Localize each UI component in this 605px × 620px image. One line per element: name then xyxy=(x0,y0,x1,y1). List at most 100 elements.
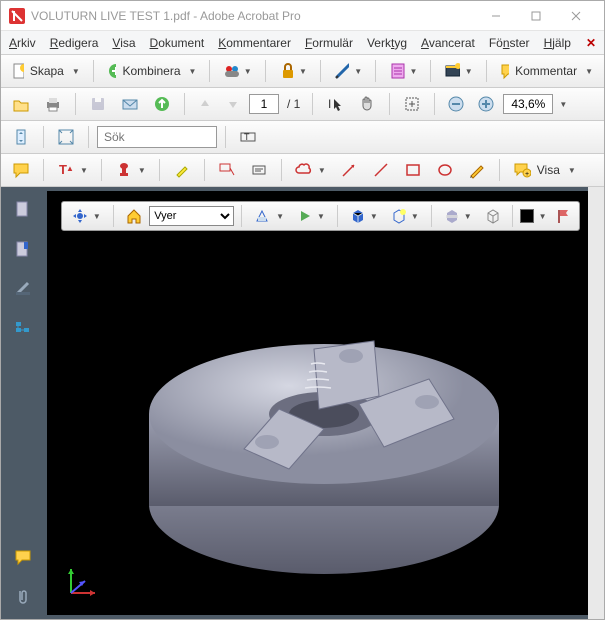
bookmarks-panel-button[interactable] xyxy=(13,239,33,259)
zoom-dropdown-arrow[interactable]: ▼ xyxy=(557,100,567,109)
highlight-button[interactable] xyxy=(168,158,196,182)
save-button[interactable] xyxy=(84,92,112,116)
3d-cross-section-button[interactable]: ▼ xyxy=(439,204,477,228)
text-edit-button[interactable]: T▲▼ xyxy=(52,158,93,182)
3d-views-dropdown[interactable]: Vyer xyxy=(149,206,234,226)
navigation-panel xyxy=(1,187,45,619)
3d-modelrender-button[interactable]: ▼ xyxy=(345,204,383,228)
page-number-input[interactable] xyxy=(249,94,279,114)
visa-label: Visa xyxy=(534,163,563,177)
zoom-out-button[interactable] xyxy=(443,92,469,116)
line-tool-icon xyxy=(372,161,390,179)
cloud-button[interactable]: ▼ xyxy=(290,158,331,182)
sticky-note-button[interactable] xyxy=(7,158,35,182)
open-button[interactable] xyxy=(7,92,35,116)
3d-home-button[interactable] xyxy=(121,204,146,228)
maximize-button[interactable] xyxy=(516,2,556,30)
select-tool-button[interactable]: I xyxy=(321,92,349,116)
3d-bgcolor-dropdown[interactable]: ▼ xyxy=(537,212,547,221)
close-button[interactable] xyxy=(556,2,596,30)
sign-button[interactable]: ▼ xyxy=(329,59,367,83)
scroll-mode-button[interactable] xyxy=(7,125,35,149)
axis-indicator xyxy=(63,561,103,601)
signatures-panel-button[interactable] xyxy=(13,279,33,299)
skapa-button[interactable]: Skapa▼ xyxy=(7,59,85,83)
pencil-button[interactable] xyxy=(463,158,491,182)
attachments-panel-button[interactable] xyxy=(13,587,33,607)
kombinera-button[interactable]: Kombinera▼ xyxy=(102,59,202,83)
pencil-icon xyxy=(468,161,486,179)
upload-icon xyxy=(153,95,171,113)
kommentar-button[interactable]: Kommentar▼ xyxy=(495,59,598,83)
3d-model-render xyxy=(109,244,539,604)
toolbar-annotate: T▲▼ ▼ ▼ + Visa▼ xyxy=(1,154,604,187)
email-button[interactable] xyxy=(116,92,144,116)
menu-redigera[interactable]: Redigera xyxy=(50,36,99,50)
secure-button[interactable]: ▼ xyxy=(274,59,312,83)
zoom-in-button[interactable] xyxy=(473,92,499,116)
3d-play-button[interactable]: ▼ xyxy=(292,204,330,228)
menu-kommentarer[interactable]: Kommentarer xyxy=(218,36,291,50)
marquee-zoom-button[interactable] xyxy=(398,92,426,116)
3d-lighting-button[interactable]: ▼ xyxy=(386,204,424,228)
scroll-icon xyxy=(12,128,30,146)
next-page-button[interactable] xyxy=(221,92,245,116)
3d-rotate-button[interactable]: ▼ xyxy=(66,204,106,228)
folder-open-icon xyxy=(12,95,30,113)
pages-panel-button[interactable] xyxy=(13,199,33,219)
svg-text:T: T xyxy=(244,132,250,142)
film-icon xyxy=(444,62,459,80)
fit-icon xyxy=(57,128,75,146)
fit-page-button[interactable] xyxy=(52,125,80,149)
hand-icon xyxy=(358,95,376,113)
hand-tool-button[interactable] xyxy=(353,92,381,116)
comment-bubble-icon xyxy=(500,62,509,80)
cloud-icon xyxy=(295,161,313,179)
multimedia-button[interactable]: ▼ xyxy=(439,59,477,83)
vertical-scrollbar[interactable] xyxy=(588,187,604,619)
oval-button[interactable] xyxy=(431,158,459,182)
printer-icon xyxy=(44,95,62,113)
menu-arkiv[interactable]: AArkivrkiv xyxy=(9,36,36,50)
menu-verktyg[interactable]: Verktyg xyxy=(367,36,407,50)
textbox-button[interactable] xyxy=(245,158,273,182)
textbox-icon: T xyxy=(239,128,257,146)
menu-fonster[interactable]: Fönster xyxy=(489,36,530,50)
rectangle-button[interactable] xyxy=(399,158,427,182)
search-input[interactable] xyxy=(97,126,217,148)
callout-icon xyxy=(218,161,236,179)
forms-button[interactable]: ▼ xyxy=(384,59,422,83)
menu-avancerat[interactable]: Avancerat xyxy=(421,36,475,50)
text-select-icon: I xyxy=(326,95,344,113)
menu-formular[interactable]: Formulär xyxy=(305,36,353,50)
print-button[interactable] xyxy=(39,92,67,116)
3d-bgcolor-swatch[interactable] xyxy=(520,209,534,223)
3d-perspective-button[interactable]: ▼ xyxy=(249,204,289,228)
line-button[interactable] xyxy=(367,158,395,182)
collaborate-button[interactable]: ▼ xyxy=(218,59,256,83)
minimize-button[interactable] xyxy=(476,2,516,30)
menu-dokument[interactable]: Dokument xyxy=(150,36,205,50)
3d-viewport[interactable]: ▼ Vyer ▼ ▼ ▼ ▼ ▼ ▼ xyxy=(47,191,600,615)
stamp-button[interactable]: ▼ xyxy=(110,158,151,182)
menu-hjalp[interactable]: Hjälp xyxy=(544,36,571,50)
page-total-label: / 1 xyxy=(283,97,304,111)
toolbar-view: T xyxy=(1,121,604,154)
title-bar: VOLUTURN LIVE TEST 1.pdf - Adobe Acrobat… xyxy=(1,1,604,31)
zoom-input[interactable] xyxy=(503,94,553,114)
callout-button[interactable] xyxy=(213,158,241,182)
visa-button[interactable]: + Visa▼ xyxy=(508,158,581,182)
prev-page-button[interactable] xyxy=(193,92,217,116)
minus-circle-icon xyxy=(448,96,464,112)
cube-wire-icon xyxy=(485,208,500,224)
3d-measure-button[interactable] xyxy=(480,204,505,228)
menu-close-icon[interactable]: ✕ xyxy=(586,36,596,50)
upload-button[interactable] xyxy=(148,92,176,116)
touchup-text-button[interactable]: T xyxy=(234,125,262,149)
3d-extra-button[interactable] xyxy=(550,204,575,228)
comments-panel-button[interactable] xyxy=(13,547,33,567)
model-tree-panel-button[interactable] xyxy=(13,319,33,339)
window-title: VOLUTURN LIVE TEST 1.pdf - Adobe Acrobat… xyxy=(31,9,476,23)
arrow-button[interactable] xyxy=(335,158,363,182)
menu-visa[interactable]: Visa xyxy=(112,36,135,50)
